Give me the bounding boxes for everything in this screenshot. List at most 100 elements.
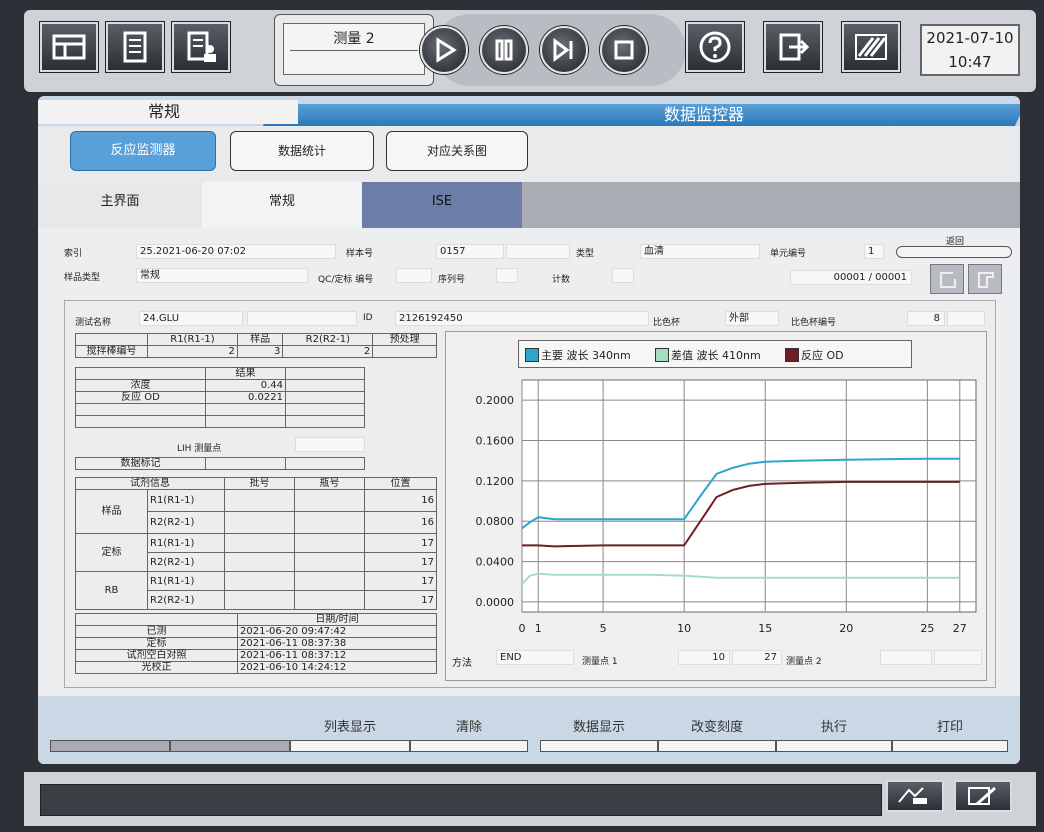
- page-left-icon: [940, 272, 956, 288]
- measure-label: 测量 2: [333, 31, 375, 47]
- seq-field: [496, 268, 518, 283]
- execute-button[interactable]: 执行: [776, 718, 892, 752]
- stop-button[interactable]: [600, 26, 648, 74]
- id-field: 2126192450: [395, 311, 649, 326]
- y-tick-label: 0.1600: [476, 435, 515, 448]
- pause-icon: [495, 39, 513, 61]
- cuvette-no-extra: [947, 311, 985, 326]
- tab-routine[interactable]: 常规: [202, 182, 362, 228]
- x-tick-label: 20: [839, 622, 853, 635]
- print-button[interactable]: 打印: [892, 718, 1008, 752]
- blank-button-1[interactable]: [50, 718, 170, 752]
- point1-start-field: 10: [678, 650, 730, 665]
- help-button[interactable]: [686, 22, 744, 72]
- table-row: 搅拌棒编号 2 3 2: [75, 345, 437, 358]
- alarm-button[interactable]: [886, 780, 944, 812]
- subtab-bar: 反应监测器 数据统计 对应关系图: [38, 126, 1020, 182]
- tab-ise[interactable]: ISE: [362, 182, 522, 228]
- monitor-button[interactable]: [842, 22, 900, 72]
- user-document-icon[interactable]: [172, 22, 230, 72]
- point2-end-field: [934, 650, 982, 665]
- stir-table: R1(R1-1) 样品 R2(R2-1) 预处理 搅拌棒编号 2 3 2: [75, 333, 437, 358]
- sample-type-label: 样品类型: [64, 273, 101, 283]
- test-name-extra: [247, 311, 357, 326]
- monitor-content: 索引 25.2021-06-20 07:02 样本号 0157 类型 血清 单元…: [38, 228, 1020, 696]
- rack-icon[interactable]: [40, 22, 98, 72]
- sample-type-field: 常规: [136, 268, 308, 283]
- y-tick-label: 0.0800: [476, 515, 515, 528]
- table-row: 光校正 2021-06-10 14:24:12: [75, 661, 437, 674]
- table-row: 浓度 0.44: [75, 379, 365, 392]
- point2-start-field: [880, 650, 932, 665]
- qc-field: [396, 268, 432, 283]
- table-row: RB R1(R1-1) 17: [75, 571, 437, 610]
- x-tick-label: 0: [519, 622, 526, 635]
- id-label: ID: [363, 313, 373, 323]
- test-detail-area: 测试名称 24.GLU ID 2126192450 比色杯 外部 比色杯编号 8…: [64, 300, 996, 688]
- sample-no-field: 0157: [436, 244, 504, 259]
- seq-label: 序列号: [438, 275, 466, 285]
- date-text: 2021-07-10: [926, 29, 1014, 47]
- y-tick-label: 0.1200: [476, 475, 515, 488]
- header-title-bar: 数据监控器: [262, 104, 1020, 126]
- measure-status-box: 测量 2: [274, 14, 434, 86]
- bottom-action-bar: 列表显示 清除 数据显示 改变刻度 执行 打印: [38, 696, 1020, 764]
- subtab-data-statistics[interactable]: 数据统计: [230, 131, 374, 171]
- clear-button[interactable]: 清除: [410, 718, 528, 752]
- help-icon: [699, 31, 731, 63]
- count-field: [612, 268, 634, 283]
- table-row: [75, 403, 365, 416]
- blank-button-2[interactable]: [170, 718, 290, 752]
- method-field: END: [496, 650, 574, 665]
- status-bar: [24, 772, 1036, 826]
- data-mark-table: 数据标记: [75, 457, 365, 470]
- qc-label: QC/定标 编号: [318, 275, 374, 285]
- x-tick-label: 5: [600, 622, 607, 635]
- point1-end-field: 27: [732, 650, 782, 665]
- index-field: 25.2021-06-20 07:02: [136, 244, 336, 259]
- lih-field: [295, 437, 365, 452]
- stop-icon: [614, 40, 634, 60]
- stripes-icon: [855, 34, 887, 60]
- play-icon: [436, 37, 457, 63]
- top-toolbar: 测量 2 2021-07-10 10:47: [24, 10, 1036, 92]
- date-table: 日期/时间 已测 2021-06-20 09:47:42 定标 2021-06-11…: [75, 613, 437, 674]
- sampling-stop-button[interactable]: [540, 26, 588, 74]
- point1-label: 测量点 1: [582, 657, 618, 667]
- list-display-button[interactable]: 列表显示: [290, 718, 410, 752]
- back-button[interactable]: [896, 246, 1012, 258]
- sample-no-label: 样本号: [346, 249, 374, 259]
- x-tick-label: 10: [677, 622, 691, 635]
- point2-label: 测量点 2: [786, 657, 822, 667]
- table-row: 日期/时间: [75, 613, 437, 626]
- result-table: 结果 浓度 0.44 反应 OD 0.0221: [75, 367, 365, 428]
- table-row: 样品 R1(R1-1) 16: [75, 489, 437, 534]
- subtab-reaction-monitor[interactable]: 反应监测器: [70, 131, 216, 171]
- table-row: 定标 2021-06-11 08:37:38: [75, 637, 437, 650]
- logout-button[interactable]: [764, 22, 822, 72]
- x-tick-label: 1: [535, 622, 542, 635]
- header-category: 常规: [38, 100, 298, 124]
- table-row: 数据标记: [75, 457, 365, 470]
- pause-button[interactable]: [480, 26, 528, 74]
- main-panel: 数据监控器 常规 反应监测器 数据统计 对应关系图 主界面 常规 ISE 索引 …: [38, 96, 1020, 764]
- pencil-icon: [968, 786, 996, 806]
- data-display-button[interactable]: 数据显示: [540, 718, 658, 752]
- reaction-chart: 主要 波长 340nm 差值 波长 410nm 反应 OD 0 1 5 10 15 20 2…: [445, 331, 987, 681]
- tab-main[interactable]: 主界面: [38, 182, 202, 228]
- y-tick-label: 0.2000: [476, 394, 515, 407]
- unit-no-label: 单元编号: [770, 249, 807, 259]
- memo-button[interactable]: [954, 780, 1012, 812]
- table-row: 已测 2021-06-20 09:47:42: [75, 625, 437, 638]
- list-icon[interactable]: [106, 22, 164, 72]
- x-tick-label: 25: [920, 622, 934, 635]
- exit-icon: [779, 33, 810, 61]
- subtab-correlation-chart[interactable]: 对应关系图: [386, 131, 528, 171]
- change-scale-button[interactable]: 改变刻度: [658, 718, 776, 752]
- next-page-button[interactable]: [968, 264, 1002, 294]
- method-label: 方法: [452, 658, 472, 669]
- prev-page-button[interactable]: [930, 264, 964, 294]
- time-text: 10:47: [948, 53, 992, 71]
- start-button[interactable]: [420, 26, 468, 74]
- sample-no-extra: [506, 244, 570, 259]
